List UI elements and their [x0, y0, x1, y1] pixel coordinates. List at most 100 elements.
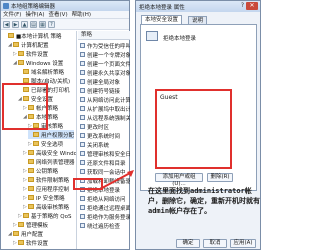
tree-expander-icon[interactable]: ◢ — [13, 60, 17, 66]
policy-column-header[interactable]: 策略 — [78, 31, 130, 40]
tree-expander-icon[interactable]: ▷ — [18, 213, 22, 219]
up-folder-icon[interactable]: ▲ — [21, 21, 28, 28]
tree-expander-icon[interactable]: ▷ — [23, 186, 27, 192]
folder-icon — [18, 240, 24, 245]
tab-explain[interactable]: 说明 — [188, 16, 208, 24]
tree-item-label: 高级审核策略 — [36, 204, 70, 211]
policy-item[interactable]: 更改系统时间 — [80, 131, 120, 140]
tree-item[interactable]: ▷ 软件设置 — [13, 238, 48, 247]
editor-title: 本地组策略编辑器 — [11, 4, 56, 10]
policy-item[interactable]: 从远程系统强制关机 — [80, 113, 130, 122]
cancel-button[interactable]: 取消 — [203, 239, 227, 248]
tree-item[interactable]: 域名解析策略 — [18, 67, 64, 76]
menu-view[interactable]: 查看(V) — [49, 11, 68, 18]
policy-item-icon — [80, 142, 85, 147]
tree-expander-icon[interactable]: ▷ — [23, 177, 27, 183]
dialog-close-icon[interactable]: ✕ — [246, 2, 258, 10]
tree-expander-icon[interactable]: ◢ — [8, 231, 12, 237]
policy-item-label: 创建永久共享对象 — [87, 70, 130, 77]
policy-item-label: 创建一个令牌对象 — [87, 52, 130, 59]
policy-item[interactable]: 创建一个页面文件 — [80, 59, 130, 68]
tree-item[interactable]: ▷ IP 安全策略 — [23, 193, 65, 202]
tree-item[interactable]: 用户权限分配 — [28, 130, 75, 139]
policy-item[interactable]: 从网络访问此计算机 — [80, 95, 130, 104]
tree-item-label: 用户权限分配 — [41, 132, 75, 139]
policy-item-icon — [80, 160, 85, 165]
tree-item[interactable]: ▷ 高级安全 Windo — [23, 148, 76, 157]
tree-item[interactable]: ▷ 安全选项 — [28, 139, 63, 148]
folder-icon — [28, 177, 34, 182]
remove-button[interactable]: 删除(R) — [207, 173, 233, 182]
folder-icon — [8, 33, 14, 38]
apply-button[interactable]: 应用(A) — [230, 239, 256, 248]
tree-item-label: 域名解析策略 — [31, 69, 65, 76]
members-list[interactable]: Guest — [155, 89, 232, 169]
member-item[interactable]: Guest — [160, 94, 178, 101]
tree-expander-icon[interactable]: ▷ — [28, 141, 32, 147]
tree-expander-icon[interactable]: ◢ — [8, 42, 12, 48]
policy-item-icon — [80, 196, 85, 201]
tree-item[interactable]: ▷ 应用程序控制 — [23, 184, 69, 193]
editor-menu-bar: 文件(F) 操作(A) 查看(V) 帮助(H) — [1, 11, 129, 19]
tree-item-label: 安全选项 — [41, 141, 64, 148]
export-list-icon[interactable]: ▦ — [39, 21, 46, 28]
add-user-button[interactable]: 添加用户或组(U)... — [155, 173, 203, 187]
tree-expander-icon[interactable]: ▷ — [23, 195, 27, 201]
policy-item-label: 拒绝通过远程桌面 — [87, 205, 130, 212]
policy-item[interactable]: 管理审核和安全日志 — [80, 149, 130, 158]
policy-item-label: 作为受信任的呼叫 — [87, 43, 130, 50]
tree-expander-icon[interactable]: ▷ — [13, 222, 17, 228]
tree-item[interactable]: ◢ Windows 设置 — [13, 58, 63, 67]
folder-icon — [28, 195, 34, 200]
policy-item[interactable]: 拒绝通过远程桌面 — [80, 203, 130, 212]
policy-item-label: 创建一个页面文件 — [87, 61, 130, 68]
policy-item[interactable]: 拒绝作为服务登录 — [80, 212, 130, 221]
tree-expander-icon[interactable]: ▷ — [13, 240, 17, 246]
tree-expander-icon[interactable]: ▷ — [13, 51, 17, 57]
policy-item[interactable]: 从扩展坞中取出计算机 — [80, 104, 130, 113]
tree-item[interactable]: ◢ 用户配置 — [8, 229, 43, 238]
tree-expander-icon[interactable]: ▷ — [23, 168, 27, 174]
help-icon[interactable]: ? — [48, 21, 55, 28]
policy-item[interactable]: 创建符号链接 — [80, 86, 120, 95]
editor-title-bar[interactable]: 本地组策略编辑器 — [1, 1, 129, 11]
tree-item[interactable]: ▷ 高级审核策略 — [23, 202, 69, 211]
tree-item[interactable]: ▷ 软件限制策略 — [23, 175, 69, 184]
dialog-policy-name: 拒绝本地登录 — [163, 36, 197, 42]
policy-item[interactable]: 作为受信任的呼叫 — [80, 41, 130, 50]
tree-item[interactable]: ▷ 公钥策略 — [23, 166, 58, 175]
policy-item[interactable]: 创建永久共享对象 — [80, 68, 130, 77]
tree-item[interactable]: ▷ 基于策略的 QoS — [18, 211, 71, 220]
menu-file[interactable]: 文件(F) — [3, 11, 21, 18]
policy-item[interactable]: 创建一个令牌对象 — [80, 50, 130, 59]
policy-item[interactable]: 创建全局对象 — [80, 77, 120, 86]
policy-item-icon — [80, 79, 85, 84]
show-hide-tree-icon[interactable]: ▤ — [30, 21, 37, 28]
tree-expander-icon[interactable]: ▷ — [23, 204, 27, 210]
policy-item[interactable]: 更改时区 — [80, 122, 109, 131]
ok-button[interactable]: 确定 — [176, 239, 200, 248]
tab-local-security-setting[interactable]: 本地安全设置 — [141, 15, 183, 24]
tree-expander-icon[interactable]: ▷ — [23, 150, 27, 156]
tree-item[interactable]: 网络列表管理器 — [23, 157, 75, 166]
group-policy-editor-window: 本地组策略编辑器 文件(F) 操作(A) 查看(V) 帮助(H) ◀ ▶ ▲ ▤… — [0, 0, 130, 250]
tree-item[interactable]: ◢ 计算机配置 — [8, 40, 49, 49]
highlight-local-policies — [2, 83, 48, 130]
policy-item[interactable]: 拒绝从网络访问 — [80, 194, 126, 203]
policy-item[interactable]: 关闭系统 — [80, 140, 109, 149]
tree-item[interactable]: ■本地计算机 策略 — [3, 31, 61, 40]
dialog-help-icon[interactable]: ? — [241, 2, 244, 9]
policy-item[interactable]: 绕过遍历检查 — [80, 221, 120, 230]
tree-item[interactable]: ▷ 管理模板 — [13, 220, 48, 229]
policy-item-icon — [80, 133, 85, 138]
forward-icon[interactable]: ▶ — [12, 21, 19, 28]
policy-item-label: 创建符号链接 — [87, 88, 121, 95]
menu-help[interactable]: 帮助(H) — [72, 11, 91, 18]
tree-item-label: 软件设置 — [26, 51, 49, 58]
policy-item-icon — [80, 43, 85, 48]
back-icon[interactable]: ◀ — [3, 21, 10, 28]
tree-item[interactable]: ▷ 软件设置 — [13, 49, 48, 58]
menu-action[interactable]: 操作(A) — [25, 11, 44, 18]
policy-item-icon — [80, 52, 85, 57]
policy-item[interactable]: 还原文件和目录 — [80, 158, 126, 167]
